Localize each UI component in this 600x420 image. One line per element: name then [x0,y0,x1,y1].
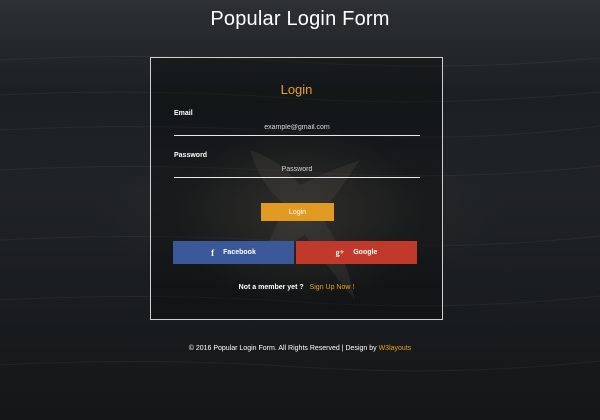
footer: © 2016 Popular Login Form. All Rights Re… [0,345,600,352]
facebook-button[interactable]: f Facebook [173,241,294,264]
page-title: Popular Login Form [210,8,390,30]
signup-link[interactable]: Sign Up Now ! [310,284,355,291]
password-label: Password [174,152,208,159]
footer-link[interactable]: W3layouts [379,345,412,352]
footer-text: © 2016 Popular Login Form. All Rights Re… [188,345,377,352]
google-label: Google [353,249,378,256]
facebook-icon: f [211,247,215,258]
login-form: Login Email Password Login f Facebook g+… [150,57,443,320]
login-button[interactable]: Login [261,203,334,221]
google-button[interactable]: g+ Google [296,241,417,264]
password-field[interactable] [174,162,420,178]
google-plus-icon: g+ [335,248,345,257]
facebook-label: Facebook [223,249,256,256]
signup-prompt: Not a member yet ? [238,284,304,291]
email-label: Email [174,110,193,117]
signup-row: Not a member yet ? Sign Up Now ! [151,284,442,291]
email-field[interactable] [174,120,420,136]
form-heading: Login [280,82,313,97]
